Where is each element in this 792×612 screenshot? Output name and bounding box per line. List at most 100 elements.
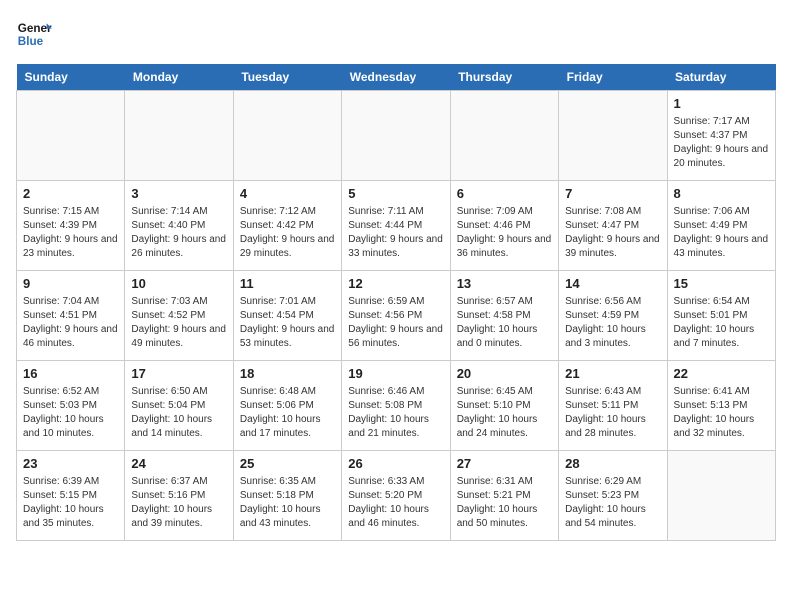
calendar-day-cell: 5 Sunrise: 7:11 AM Sunset: 4:44 PM Daylig… (342, 181, 450, 271)
day-number: 7 (565, 185, 660, 203)
day-number: 28 (565, 455, 660, 473)
calendar-day-cell: 7 Sunrise: 7:08 AM Sunset: 4:47 PM Daylig… (559, 181, 667, 271)
calendar-day-cell (17, 91, 125, 181)
day-info: Sunrise: 6:45 AM Sunset: 5:10 PM Dayligh… (457, 385, 552, 441)
day-number: 6 (457, 185, 552, 203)
calendar-day-cell: 20 Sunrise: 6:45 AM Sunset: 5:10 PM Dayli… (450, 361, 558, 451)
calendar-day-cell: 9 Sunrise: 7:04 AM Sunset: 4:51 PM Daylig… (17, 271, 125, 361)
day-info: Sunrise: 6:56 AM Sunset: 4:59 PM Dayligh… (565, 295, 660, 351)
calendar-day-cell (667, 451, 775, 541)
calendar-day-cell: 1 Sunrise: 7:17 AM Sunset: 4:37 PM Daylig… (667, 91, 775, 181)
day-number: 14 (565, 275, 660, 293)
calendar-day-cell (559, 91, 667, 181)
day-info: Sunrise: 6:46 AM Sunset: 5:08 PM Dayligh… (348, 385, 443, 441)
calendar-week-row: 9 Sunrise: 7:04 AM Sunset: 4:51 PM Daylig… (17, 271, 776, 361)
calendar-day-cell (342, 91, 450, 181)
calendar-day-cell: 19 Sunrise: 6:46 AM Sunset: 5:08 PM Dayli… (342, 361, 450, 451)
day-info: Sunrise: 6:50 AM Sunset: 5:04 PM Dayligh… (131, 385, 226, 441)
day-number: 23 (23, 455, 118, 473)
day-info: Sunrise: 7:17 AM Sunset: 4:37 PM Dayligh… (674, 115, 769, 171)
calendar-week-row: 1 Sunrise: 7:17 AM Sunset: 4:37 PM Daylig… (17, 91, 776, 181)
weekday-header: Friday (559, 64, 667, 91)
day-info: Sunrise: 7:04 AM Sunset: 4:51 PM Dayligh… (23, 295, 118, 351)
logo: General Blue (16, 16, 52, 52)
calendar-day-cell: 2 Sunrise: 7:15 AM Sunset: 4:39 PM Daylig… (17, 181, 125, 271)
day-info: Sunrise: 7:15 AM Sunset: 4:39 PM Dayligh… (23, 205, 118, 261)
page-header: General Blue (16, 16, 776, 52)
day-number: 5 (348, 185, 443, 203)
calendar-day-cell: 18 Sunrise: 6:48 AM Sunset: 5:06 PM Dayli… (233, 361, 341, 451)
calendar-day-cell: 22 Sunrise: 6:41 AM Sunset: 5:13 PM Dayli… (667, 361, 775, 451)
day-info: Sunrise: 6:29 AM Sunset: 5:23 PM Dayligh… (565, 475, 660, 531)
day-info: Sunrise: 7:03 AM Sunset: 4:52 PM Dayligh… (131, 295, 226, 351)
calendar-day-cell: 27Sunrise: 6:31 AM Sunset: 5:21 PM Dayli… (450, 451, 558, 541)
weekday-header: Sunday (17, 64, 125, 91)
day-number: 26 (348, 455, 443, 473)
day-info: Sunrise: 7:11 AM Sunset: 4:44 PM Dayligh… (348, 205, 443, 261)
calendar-week-row: 23 Sunrise: 6:39 AM Sunset: 5:15 PM Dayli… (17, 451, 776, 541)
calendar-day-cell (125, 91, 233, 181)
day-info: Sunrise: 6:59 AM Sunset: 4:56 PM Dayligh… (348, 295, 443, 351)
calendar-day-cell: 6 Sunrise: 7:09 AM Sunset: 4:46 PM Daylig… (450, 181, 558, 271)
day-info: Sunrise: 6:54 AM Sunset: 5:01 PM Dayligh… (674, 295, 769, 351)
day-info: Sunrise: 6:57 AM Sunset: 4:58 PM Dayligh… (457, 295, 552, 351)
day-number: 17 (131, 365, 226, 383)
calendar-day-cell: 4Sunrise: 7:12 AM Sunset: 4:42 PM Daylig… (233, 181, 341, 271)
day-number: 12 (348, 275, 443, 293)
calendar-table: SundayMondayTuesdayWednesdayThursdayFrid… (16, 64, 776, 541)
weekday-header: Monday (125, 64, 233, 91)
calendar-day-cell: 28 Sunrise: 6:29 AM Sunset: 5:23 PM Dayli… (559, 451, 667, 541)
day-number: 25 (240, 455, 335, 473)
calendar-day-cell: 3 Sunrise: 7:14 AM Sunset: 4:40 PM Daylig… (125, 181, 233, 271)
weekday-header: Saturday (667, 64, 775, 91)
day-number: 1 (674, 95, 769, 113)
svg-text:Blue: Blue (18, 35, 44, 48)
day-number: 20 (457, 365, 552, 383)
calendar-week-row: 16 Sunrise: 6:52 AM Sunset: 5:03 PM Dayli… (17, 361, 776, 451)
calendar-day-cell: 24 Sunrise: 6:37 AM Sunset: 5:16 PM Dayli… (125, 451, 233, 541)
day-info: Sunrise: 6:39 AM Sunset: 5:15 PM Dayligh… (23, 475, 118, 531)
weekday-header: Thursday (450, 64, 558, 91)
day-info: Sunrise: 7:08 AM Sunset: 4:47 PM Dayligh… (565, 205, 660, 261)
day-number: 22 (674, 365, 769, 383)
day-number: 15 (674, 275, 769, 293)
calendar-day-cell: 13Sunrise: 6:57 AM Sunset: 4:58 PM Dayli… (450, 271, 558, 361)
day-info: Sunrise: 7:06 AM Sunset: 4:49 PM Dayligh… (674, 205, 769, 261)
calendar-day-cell: 25 Sunrise: 6:35 AM Sunset: 5:18 PM Dayli… (233, 451, 341, 541)
calendar-day-cell: 17 Sunrise: 6:50 AM Sunset: 5:04 PM Dayli… (125, 361, 233, 451)
day-info: Sunrise: 6:43 AM Sunset: 5:11 PM Dayligh… (565, 385, 660, 441)
day-number: 18 (240, 365, 335, 383)
day-info: Sunrise: 7:09 AM Sunset: 4:46 PM Dayligh… (457, 205, 552, 261)
day-info: Sunrise: 6:37 AM Sunset: 5:16 PM Dayligh… (131, 475, 226, 531)
day-number: 3 (131, 185, 226, 203)
day-number: 2 (23, 185, 118, 203)
day-number: 11 (240, 275, 335, 293)
day-info: Sunrise: 7:14 AM Sunset: 4:40 PM Dayligh… (131, 205, 226, 261)
weekday-header: Wednesday (342, 64, 450, 91)
day-info: Sunrise: 6:33 AM Sunset: 5:20 PM Dayligh… (348, 475, 443, 531)
calendar-day-cell: 23 Sunrise: 6:39 AM Sunset: 5:15 PM Dayli… (17, 451, 125, 541)
calendar-week-row: 2 Sunrise: 7:15 AM Sunset: 4:39 PM Daylig… (17, 181, 776, 271)
logo-icon: General Blue (16, 16, 52, 52)
calendar-day-cell: 12 Sunrise: 6:59 AM Sunset: 4:56 PM Dayli… (342, 271, 450, 361)
calendar-day-cell: 16 Sunrise: 6:52 AM Sunset: 5:03 PM Dayli… (17, 361, 125, 451)
calendar-day-cell: 26 Sunrise: 6:33 AM Sunset: 5:20 PM Dayli… (342, 451, 450, 541)
calendar-day-cell: 8 Sunrise: 7:06 AM Sunset: 4:49 PM Daylig… (667, 181, 775, 271)
day-number: 19 (348, 365, 443, 383)
day-number: 8 (674, 185, 769, 203)
calendar-day-cell: 21 Sunrise: 6:43 AM Sunset: 5:11 PM Dayli… (559, 361, 667, 451)
day-info: Sunrise: 6:35 AM Sunset: 5:18 PM Dayligh… (240, 475, 335, 531)
day-number: 9 (23, 275, 118, 293)
calendar-header: SundayMondayTuesdayWednesdayThursdayFrid… (17, 64, 776, 91)
day-number: 16 (23, 365, 118, 383)
day-number: 21 (565, 365, 660, 383)
day-info: Sunrise: 6:48 AM Sunset: 5:06 PM Dayligh… (240, 385, 335, 441)
calendar-day-cell: 10 Sunrise: 7:03 AM Sunset: 4:52 PM Dayli… (125, 271, 233, 361)
day-info: Sunrise: 6:31 AM Sunset: 5:21 PM Dayligh… (457, 475, 552, 531)
day-number: 10 (131, 275, 226, 293)
day-number: 24 (131, 455, 226, 473)
calendar-day-cell: 14 Sunrise: 6:56 AM Sunset: 4:59 PM Dayli… (559, 271, 667, 361)
day-info: Sunrise: 6:41 AM Sunset: 5:13 PM Dayligh… (674, 385, 769, 441)
calendar-day-cell: 11Sunrise: 7:01 AM Sunset: 4:54 PM Dayli… (233, 271, 341, 361)
day-info: Sunrise: 6:52 AM Sunset: 5:03 PM Dayligh… (23, 385, 118, 441)
